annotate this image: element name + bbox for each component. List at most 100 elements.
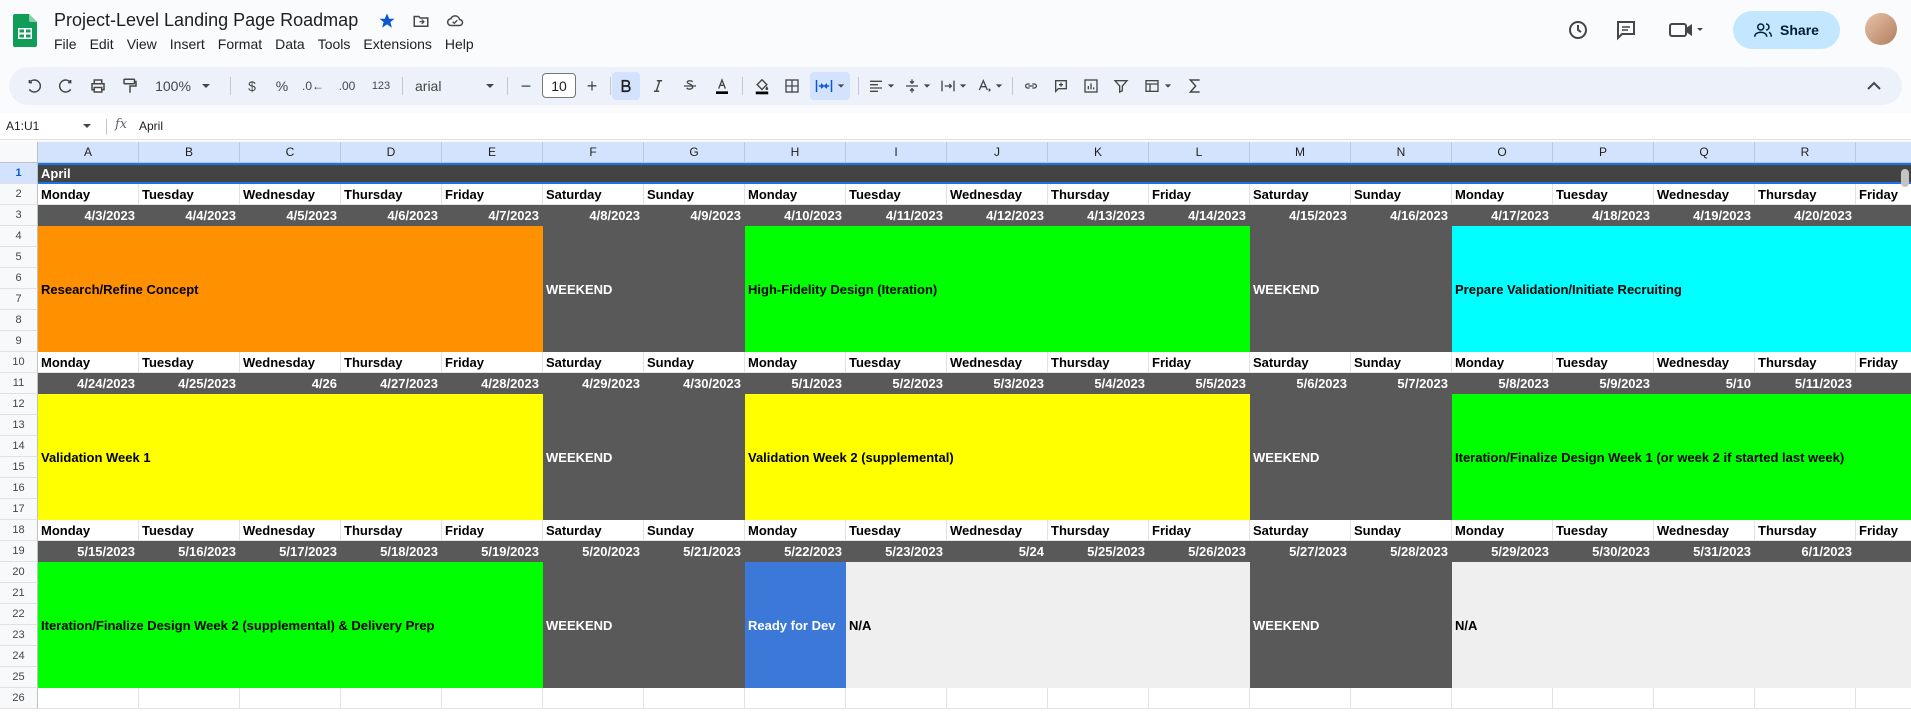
column-header-r[interactable]: R [1755,142,1856,163]
row-header-26[interactable]: 26 [0,688,38,709]
column-header-p[interactable]: P [1553,142,1654,163]
column-header-d[interactable]: D [341,142,442,163]
task-block[interactable]: Research/Refine Concept [38,226,543,352]
weekend-block[interactable]: WEEKEND [543,394,745,520]
star-icon[interactable] [377,11,397,31]
cloud-saved-icon[interactable] [445,11,465,31]
empty-cell[interactable] [543,688,644,709]
font-size-input[interactable]: 10 [542,73,576,98]
row-header-24[interactable]: 24 [0,646,38,667]
share-button[interactable]: Share [1733,11,1840,49]
row-header-13[interactable]: 13 [0,415,38,436]
task-block[interactable]: Prepare Validation/Initiate Recruiting [1452,226,1911,352]
undo-icon[interactable] [23,67,45,105]
row-header-2[interactable]: 2 [0,184,38,205]
column-header-c[interactable]: C [240,142,341,163]
row-header-12[interactable]: 12 [0,394,38,415]
vertical-scrollbar[interactable] [1901,169,1909,187]
currency-format-button[interactable]: $ [241,67,263,105]
insert-chart-icon[interactable] [1079,67,1103,105]
weekend-block[interactable]: WEEKEND [543,226,745,352]
task-block[interactable]: Ready for Dev [745,562,846,688]
percent-format-button[interactable]: % [271,67,293,105]
empty-cell[interactable] [38,688,139,709]
empty-cell[interactable] [846,688,947,709]
column-header-a[interactable]: A [38,142,139,163]
column-header-e[interactable]: E [442,142,543,163]
empty-cell[interactable] [1250,688,1351,709]
row-header-3[interactable]: 3 [0,205,38,226]
weekend-block[interactable]: WEEKEND [1250,562,1452,688]
task-block[interactable]: Iteration/Finalize Design Week 1 (or wee… [1452,394,1911,520]
menu-tools[interactable]: Tools [318,36,360,52]
empty-cell[interactable] [139,688,240,709]
column-header-h[interactable]: H [745,142,846,163]
weekend-block[interactable]: WEEKEND [1250,394,1452,520]
comments-icon[interactable] [1614,18,1638,42]
document-title[interactable]: Project-Level Landing Page Roadmap [54,10,358,31]
task-block[interactable]: High-Fidelity Design (Iteration) [745,226,1250,352]
move-folder-icon[interactable] [411,11,431,31]
column-header-q[interactable]: Q [1654,142,1755,163]
strikethrough-icon[interactable] [678,67,702,105]
row-header-21[interactable]: 21 [0,583,38,604]
row-header-17[interactable]: 17 [0,499,38,520]
task-block[interactable]: N/A [846,562,1250,688]
row-header-1[interactable]: 1 [0,163,38,184]
menu-edit[interactable]: Edit [90,36,123,52]
task-block[interactable]: Validation Week 2 (supplemental) [745,394,1250,520]
empty-cell[interactable] [1048,688,1149,709]
vertical-align-icon[interactable] [900,67,934,105]
formula-input[interactable]: April [139,119,163,133]
zoom-select[interactable]: 100% [152,67,214,105]
column-header-i[interactable]: I [846,142,947,163]
column-header-f[interactable]: F [543,142,644,163]
insert-comment-icon[interactable] [1049,67,1073,105]
empty-cell[interactable] [240,688,341,709]
empty-cell[interactable] [745,688,846,709]
column-header-g[interactable]: G [644,142,745,163]
empty-cell[interactable] [442,688,543,709]
column-header-k[interactable]: K [1048,142,1149,163]
column-header-n[interactable]: N [1351,142,1452,163]
select-all-corner[interactable] [0,142,38,163]
row-header-9[interactable]: 9 [0,331,38,352]
name-box[interactable]: A1:U1 [6,119,91,133]
row-header-18[interactable]: 18 [0,520,38,541]
row-header-25[interactable]: 25 [0,667,38,688]
row-header-6[interactable]: 6 [0,268,38,289]
borders-icon[interactable] [780,67,804,105]
task-block[interactable]: Validation Week 1 [38,394,543,520]
spreadsheet-grid[interactable]: A B C D E F G H I J K L M N O P Q R 1 2 3 4 5 6 7 8 9 10 11 12 13 14 15 1… [0,142,1911,712]
decrease-font-size-button[interactable]: − [515,67,537,105]
row-header-16[interactable]: 16 [0,478,38,499]
empty-cell[interactable] [1654,688,1755,709]
meet-camera-icon[interactable] [1668,18,1704,42]
filter-views-icon[interactable] [1137,67,1177,105]
bold-button[interactable] [612,72,640,100]
redo-icon[interactable] [55,67,77,105]
column-header-j[interactable]: J [947,142,1048,163]
column-header-m[interactable]: M [1250,142,1351,163]
weekend-block[interactable]: WEEKEND [1250,226,1452,352]
increase-decimal-button[interactable]: .00 [333,67,361,105]
task-block[interactable]: N/A [1452,562,1911,688]
font-select[interactable]: arial [411,67,499,105]
increase-font-size-button[interactable]: + [581,67,603,105]
empty-cell[interactable] [644,688,745,709]
menu-view[interactable]: View [127,36,166,52]
functions-icon[interactable] [1183,67,1207,105]
row-header-15[interactable]: 15 [0,457,38,478]
row-header-8[interactable]: 8 [0,310,38,331]
account-avatar[interactable] [1865,13,1897,45]
horizontal-align-icon[interactable] [864,67,898,105]
column-header-o[interactable]: O [1452,142,1553,163]
row-header-11[interactable]: 11 [0,373,38,394]
version-history-icon[interactable] [1566,18,1590,42]
collapse-menus-icon[interactable] [1862,67,1886,105]
filter-icon[interactable] [1109,67,1133,105]
text-rotation-icon[interactable] [972,67,1006,105]
row-header-20[interactable]: 20 [0,562,38,583]
empty-cell[interactable] [1149,688,1250,709]
row-header-10[interactable]: 10 [0,352,38,373]
